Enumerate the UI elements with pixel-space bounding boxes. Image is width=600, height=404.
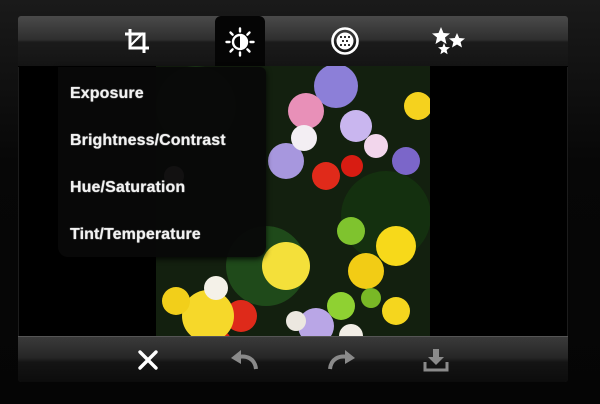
app-screen: Exposure Brightness/Contrast Hue/Saturat… [18,16,568,382]
redo-icon [328,350,355,370]
filter-icon [331,27,359,55]
undo-icon [231,350,258,370]
top-toolbar [18,16,568,68]
menu-item-exposure[interactable]: Exposure [70,79,260,109]
crop-icon [125,29,149,53]
close-button[interactable] [126,337,170,382]
menu-item-brightness-contrast[interactable]: Brightness/Contrast [70,126,260,156]
effects-stars-icon [432,27,465,55]
save-button[interactable] [414,337,458,382]
crop-button[interactable] [112,16,162,66]
redo-button[interactable] [320,337,364,382]
filter-button[interactable] [320,16,370,66]
undo-button[interactable] [222,337,266,382]
save-download-icon [423,349,449,372]
close-icon [138,350,158,370]
menu-item-tint-temperature[interactable]: Tint/Temperature [70,220,260,250]
bottom-toolbar [18,336,568,382]
effects-button[interactable] [424,16,474,66]
brightness-icon [225,27,255,57]
adjust-button[interactable] [215,16,265,68]
adjust-menu: Exposure Brightness/Contrast Hue/Saturat… [58,67,266,257]
menu-item-hue-saturation[interactable]: Hue/Saturation [70,173,260,203]
